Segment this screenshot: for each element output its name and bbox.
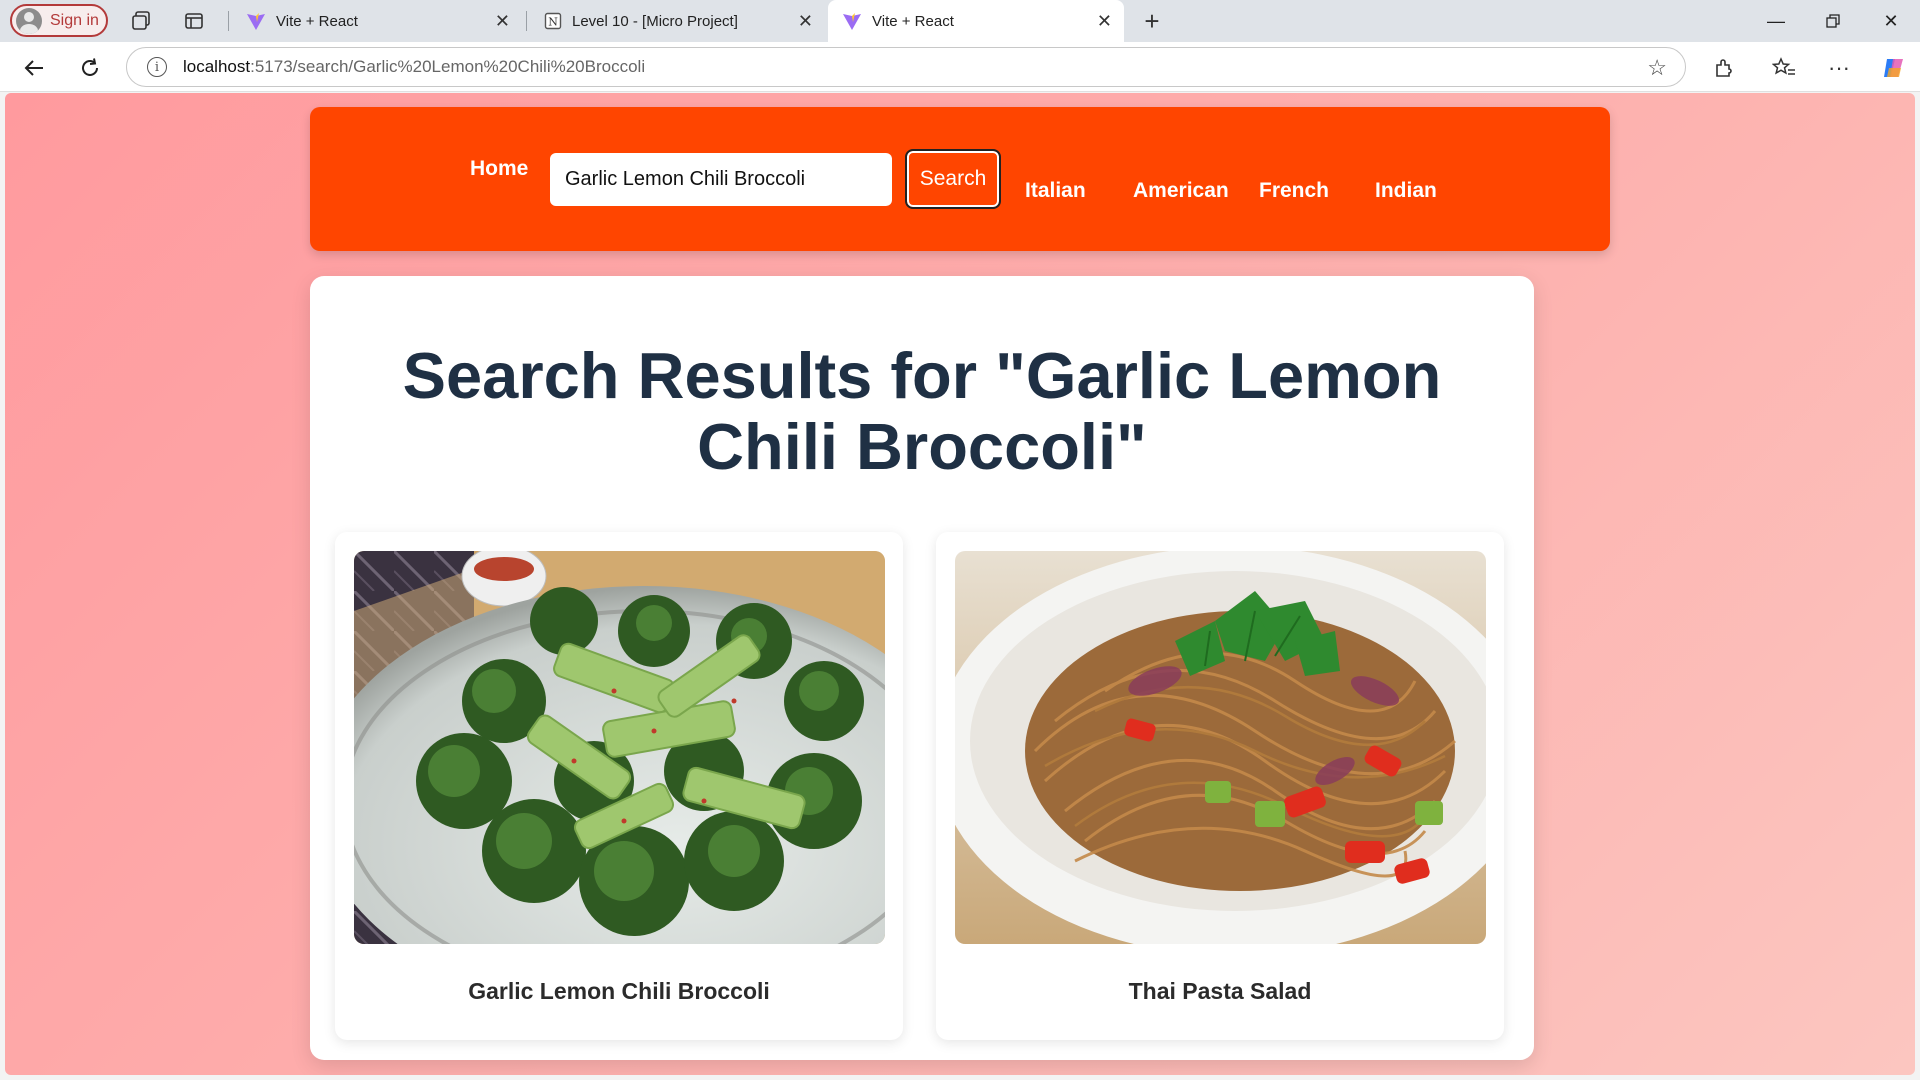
browser-tab-bar: Sign in Vite + React ✕ N Level 10 - [Mic… — [0, 0, 1920, 42]
restore-icon[interactable] — [1810, 6, 1856, 36]
close-tab-icon[interactable]: ✕ — [495, 11, 510, 32]
broccoli-dish-image[interactable] — [354, 551, 885, 944]
sign-in-label: Sign in — [50, 11, 99, 29]
nav-link-italian[interactable]: Italian — [1025, 179, 1086, 203]
search-button[interactable]: Search — [905, 149, 1001, 209]
sign-in-button[interactable]: Sign in — [10, 4, 108, 37]
favorites-icon[interactable] — [1770, 54, 1798, 82]
recipe-search-input[interactable] — [550, 153, 892, 206]
page-title: Search Results for "Garlic Lemon Chili B… — [402, 339, 1442, 483]
notion-logo-icon: N — [544, 12, 562, 30]
tab-title: Vite + React — [276, 12, 358, 30]
search-results-panel: Search Results for "Garlic Lemon Chili B… — [310, 276, 1534, 1060]
minimize-icon[interactable]: — — [1753, 6, 1799, 36]
site-info-icon[interactable]: i — [147, 57, 167, 77]
tab-title: Level 10 - [Micro Project] — [572, 12, 738, 30]
pasta-salad-dish-image[interactable] — [955, 551, 1486, 944]
workspaces-icon[interactable] — [129, 9, 153, 33]
extensions-icon[interactable] — [1710, 54, 1738, 82]
tab-vite-react-1[interactable]: Vite + React ✕ — [232, 0, 522, 42]
tab-title: Vite + React — [872, 12, 954, 30]
vite-logo-icon — [843, 13, 861, 30]
tab-actions-icon[interactable] — [182, 9, 206, 33]
top-navbar: Home Search Italian American French Indi… — [310, 107, 1610, 251]
url-field[interactable]: i localhost:5173/search/Garlic%20Lemon%2… — [126, 47, 1686, 87]
recipe-card[interactable]: Thai Pasta Salad — [936, 532, 1504, 1040]
nav-link-indian[interactable]: Indian — [1375, 179, 1437, 203]
url-host: localhost — [183, 57, 251, 76]
new-tab-icon[interactable]: + — [1140, 6, 1164, 36]
favorite-star-icon[interactable]: ☆ — [1647, 55, 1667, 81]
url-path: :5173/search/Garlic%20Lemon%20Chili%20Br… — [250, 57, 646, 76]
back-icon[interactable] — [20, 54, 48, 82]
recipe-card[interactable]: Garlic Lemon Chili Broccoli — [335, 532, 903, 1040]
recipe-name[interactable]: Thai Pasta Salad — [936, 978, 1504, 1005]
address-bar-row: i localhost:5173/search/Garlic%20Lemon%2… — [0, 42, 1920, 92]
nav-link-american[interactable]: American — [1133, 179, 1229, 203]
svg-text:N: N — [548, 16, 558, 29]
more-menu-icon[interactable]: ··· — [1825, 54, 1853, 82]
copilot-icon[interactable] — [1880, 54, 1908, 82]
nav-link-french[interactable]: French — [1259, 179, 1329, 203]
nav-home-link[interactable]: Home — [470, 157, 528, 181]
recipe-name[interactable]: Garlic Lemon Chili Broccoli — [335, 978, 903, 1005]
close-tab-icon[interactable]: ✕ — [1097, 11, 1112, 32]
tab-vite-react-active[interactable]: Vite + React ✕ — [828, 0, 1124, 42]
tab-micro-project[interactable]: N Level 10 - [Micro Project] ✕ — [530, 0, 825, 42]
refresh-icon[interactable] — [76, 54, 104, 82]
close-tab-icon[interactable]: ✕ — [798, 11, 813, 32]
profile-icon — [16, 7, 42, 34]
vite-logo-icon — [247, 13, 265, 30]
page-viewport: Home Search Italian American French Indi… — [5, 93, 1915, 1075]
close-window-icon[interactable]: ✕ — [1868, 6, 1914, 36]
